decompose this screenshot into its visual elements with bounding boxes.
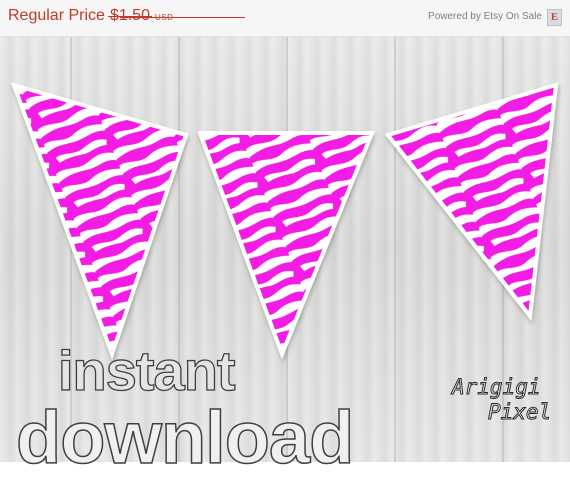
powered-by-text[interactable]: Powered by Etsy On Sale <box>428 11 542 22</box>
download-heading: download <box>15 396 355 479</box>
logo-arigigi: Arigigi <box>452 375 542 399</box>
instant-heading: instant <box>57 339 236 402</box>
price-value: $1.50 <box>109 7 150 24</box>
pennant-right <box>384 82 559 322</box>
product-image: instant download Arigigi Pixel <box>0 36 570 475</box>
logo-pixel: Pixel <box>487 400 552 424</box>
pennant-center <box>197 131 375 360</box>
etsy-on-sale-icon[interactable]: E <box>547 9 562 26</box>
price-label: Regular Price <box>8 7 105 24</box>
price-banner: Regular Price$1.50USD Powered by Etsy On… <box>0 0 570 37</box>
regular-price: Regular Price$1.50USD <box>8 7 173 29</box>
price-strike-line <box>120 17 245 18</box>
pennant-left <box>10 81 189 361</box>
